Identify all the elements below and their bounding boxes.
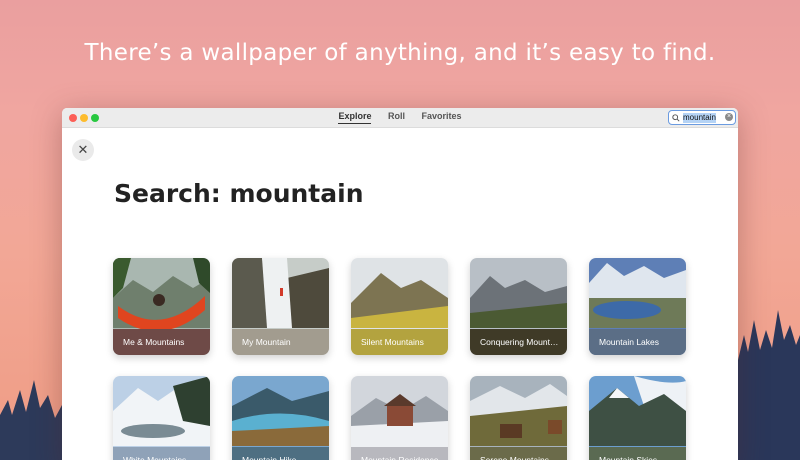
result-card[interactable]: Mountain Hike: [232, 376, 329, 460]
clear-search-icon[interactable]: ×: [725, 113, 733, 121]
result-label: Mountain Lakes: [589, 329, 686, 355]
result-card[interactable]: My Mountain: [232, 258, 329, 355]
search-input-value[interactable]: mountain: [683, 112, 716, 123]
tab-explore[interactable]: Explore: [338, 111, 372, 124]
result-label: Serene Mountains: [470, 447, 567, 460]
headline: There’s a wallpaper of anything, and it’…: [84, 40, 716, 66]
tab-favorites[interactable]: Favorites: [422, 111, 462, 123]
result-label: Conquering Mount…: [470, 329, 567, 355]
result-label: My Mountain: [232, 329, 329, 355]
result-label: Mountain Residence: [351, 447, 448, 460]
result-card[interactable]: Serene Mountains: [470, 376, 567, 460]
app-window: Explore Roll Favorites mountain × ✕ Sear…: [62, 108, 738, 460]
result-label: White Mountains: [113, 447, 210, 460]
result-card[interactable]: Silent Mountains: [351, 258, 448, 355]
result-label: Mountain Hike: [232, 447, 329, 460]
search-icon: [672, 113, 680, 122]
close-icon[interactable]: ✕: [72, 139, 94, 161]
result-label: Me & Mountains: [113, 329, 210, 355]
tab-bar: Explore Roll Favorites: [62, 111, 738, 124]
search-field[interactable]: mountain ×: [668, 110, 736, 125]
result-label: Mountain Skies: [589, 447, 686, 460]
page-title: Search: mountain: [114, 179, 364, 208]
result-card[interactable]: White Mountains: [113, 376, 210, 460]
result-card[interactable]: Mountain Skies: [589, 376, 686, 460]
tab-roll[interactable]: Roll: [388, 111, 405, 123]
result-card[interactable]: Me & Mountains: [113, 258, 210, 355]
result-card[interactable]: Conquering Mount…: [470, 258, 567, 355]
result-card[interactable]: Mountain Residence: [351, 376, 448, 460]
result-card[interactable]: Mountain Lakes: [589, 258, 686, 355]
result-label: Silent Mountains: [351, 329, 448, 355]
titlebar: Explore Roll Favorites mountain ×: [62, 108, 738, 128]
